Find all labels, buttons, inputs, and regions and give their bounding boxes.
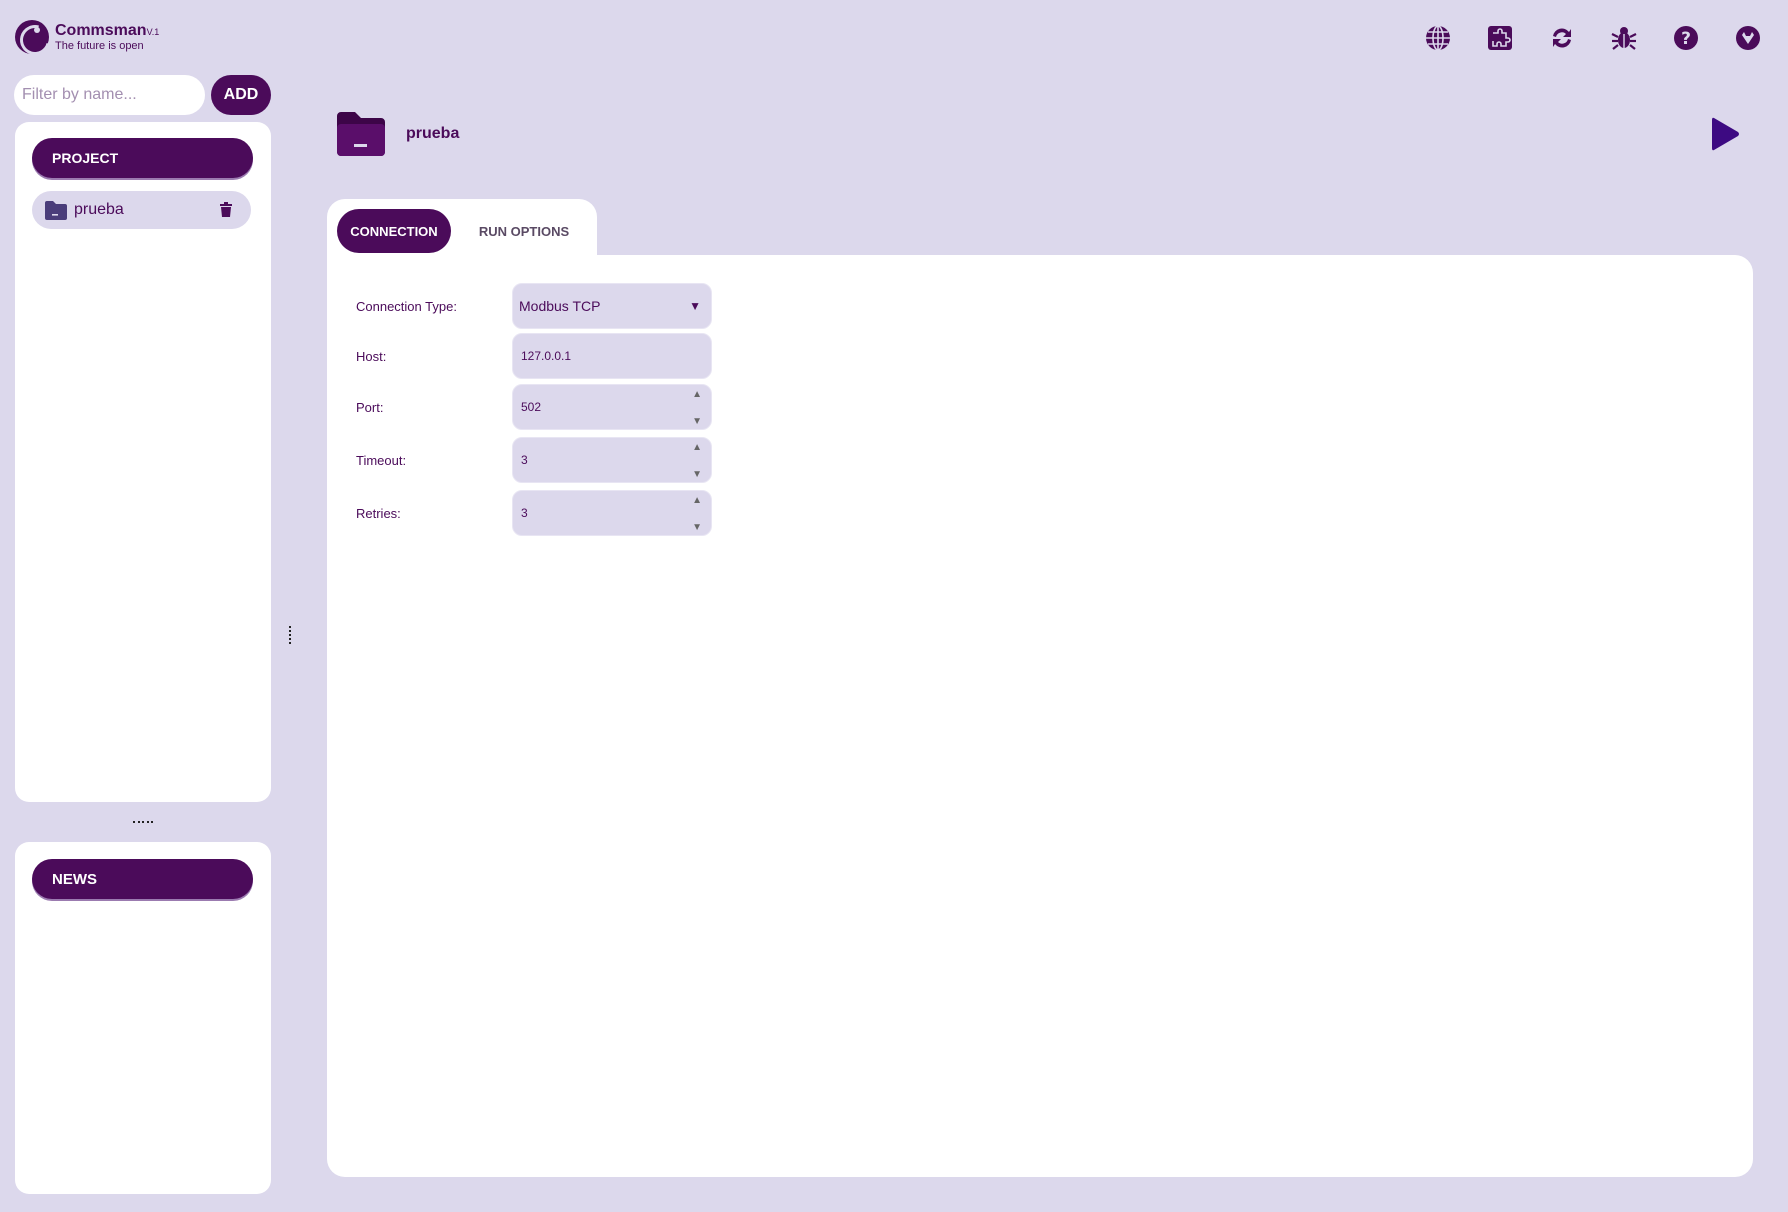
retries-value: 3	[521, 506, 528, 520]
retries-input[interactable]: 3 ▲ ▼	[512, 490, 712, 536]
sidebar-resize-handle[interactable]	[133, 819, 153, 825]
decrement-icon[interactable]: ▼	[692, 522, 702, 533]
trash-icon[interactable]	[219, 202, 233, 218]
run-button[interactable]	[1710, 114, 1742, 154]
port-stepper[interactable]: ▲ ▼	[692, 389, 702, 427]
globe-icon[interactable]	[1422, 22, 1454, 54]
tab-bar: CONNECTION RUN OPTIONS	[327, 199, 597, 259]
connection-type-select[interactable]: Modbus TCP ▼	[512, 283, 712, 329]
port-input[interactable]: 502 ▲ ▼	[512, 384, 712, 430]
increment-icon[interactable]: ▲	[692, 495, 702, 506]
increment-icon[interactable]: ▲	[692, 389, 702, 400]
chevron-down-icon: ▼	[689, 299, 701, 313]
connection-type-label: Connection Type:	[356, 299, 457, 314]
timeout-value: 3	[521, 453, 528, 467]
project-item[interactable]: prueba	[32, 191, 251, 229]
projects-panel: PROJECT prueba	[15, 122, 271, 802]
folder-icon	[45, 201, 67, 220]
header-toolbar: ?	[1422, 22, 1764, 54]
retries-stepper[interactable]: ▲ ▼	[692, 495, 702, 533]
project-name: prueba	[74, 201, 124, 218]
svg-text:?: ?	[1681, 29, 1691, 49]
port-value: 502	[521, 400, 542, 414]
gitlab-icon[interactable]	[1732, 22, 1764, 54]
commsman-logo-icon	[15, 20, 49, 54]
refresh-icon[interactable]	[1546, 22, 1578, 54]
add-button[interactable]: ADD	[211, 75, 271, 115]
host-input[interactable]: 127.0.0.1	[512, 333, 712, 379]
tab-run-options[interactable]: RUN OPTIONS	[467, 209, 581, 253]
project-title: prueba	[406, 125, 460, 142]
help-icon[interactable]: ?	[1670, 22, 1702, 54]
decrement-icon[interactable]: ▼	[692, 416, 702, 427]
news-header-button[interactable]: NEWS	[32, 859, 253, 899]
timeout-input[interactable]: 3 ▲ ▼	[512, 437, 712, 483]
logo-text: CommsmanV.1 The future is open	[55, 21, 160, 52]
app-version: V.1	[146, 26, 160, 37]
host-value: 127.0.0.1	[521, 349, 572, 363]
puzzle-icon[interactable]	[1484, 22, 1516, 54]
tab-connection[interactable]: CONNECTION	[337, 209, 451, 253]
app-tagline: The future is open	[55, 39, 144, 52]
host-label: Host:	[356, 349, 387, 364]
main-resize-handle[interactable]	[287, 626, 293, 644]
project-folder-icon	[337, 112, 385, 156]
connection-type-value: Modbus TCP	[519, 298, 601, 314]
decrement-icon[interactable]: ▼	[692, 469, 702, 480]
app-name: CommsmanV.1	[55, 21, 160, 39]
port-label: Port:	[356, 400, 384, 415]
timeout-stepper[interactable]: ▲ ▼	[692, 442, 702, 480]
retries-label: Retries:	[356, 506, 401, 521]
project-header-button[interactable]: PROJECT	[32, 138, 253, 178]
increment-icon[interactable]: ▲	[692, 442, 702, 453]
bug-icon[interactable]	[1608, 22, 1640, 54]
filter-input[interactable]	[14, 75, 205, 115]
timeout-label: Timeout:	[356, 453, 407, 468]
news-panel: NEWS	[15, 842, 271, 1194]
app-logo: CommsmanV.1 The future is open	[15, 20, 159, 54]
